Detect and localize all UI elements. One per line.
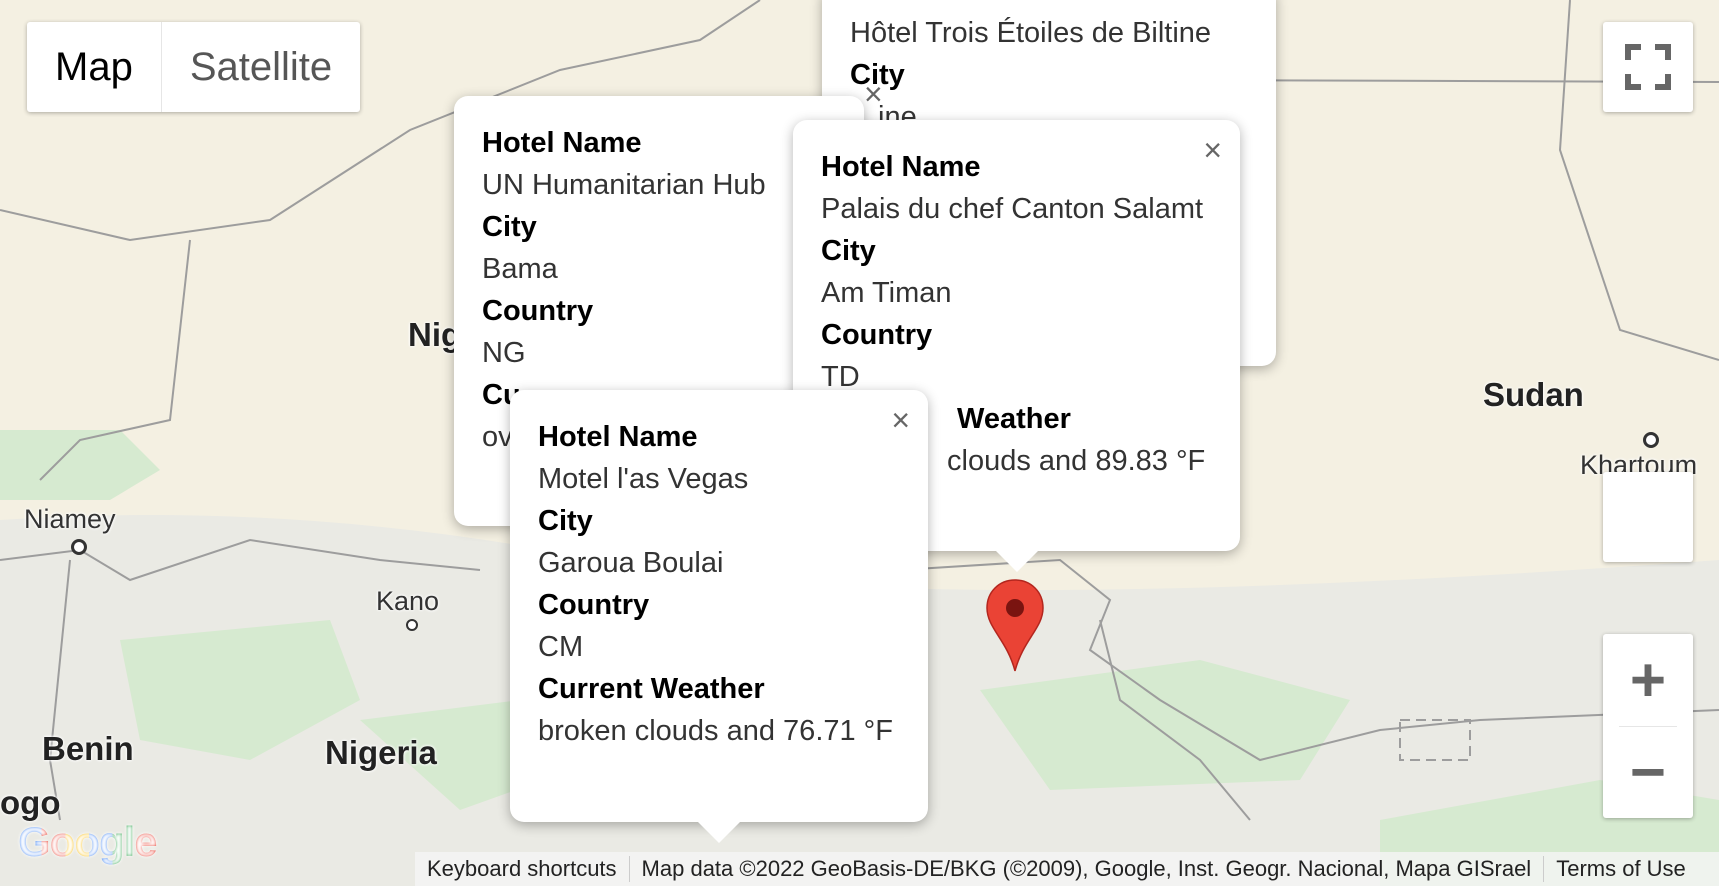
- info-window-tail: [697, 821, 741, 843]
- city-dot-kano: [406, 619, 418, 631]
- city-dot-niamey: [71, 539, 87, 555]
- google-logo[interactable]: Google: [18, 818, 158, 866]
- fullscreen-button[interactable]: [1603, 22, 1693, 112]
- city-label: City: [850, 59, 905, 91]
- country-label: Country: [538, 589, 650, 621]
- city-value: Am Timan: [821, 277, 952, 309]
- zoom-in-button[interactable]: +: [1603, 634, 1693, 726]
- close-icon[interactable]: ×: [864, 78, 883, 110]
- hotel-name-label: Hotel Name: [482, 127, 642, 159]
- city-label: City: [482, 211, 537, 243]
- zoom-control: + −: [1603, 634, 1693, 818]
- country-label: Country: [482, 295, 594, 327]
- map-footer: Keyboard shortcuts Map data ©2022 GeoBas…: [415, 852, 1719, 886]
- country-label-sudan: Sudan: [1483, 376, 1584, 413]
- country-value: CM: [538, 631, 584, 663]
- google-logo-text: Google: [18, 818, 158, 865]
- map-type-map-button[interactable]: Map: [27, 22, 162, 112]
- country-label-nigeria: Nigeria: [325, 734, 437, 771]
- weather-value: broken clouds and 76.71 °F: [538, 715, 893, 747]
- keyboard-shortcuts-link[interactable]: Keyboard shortcuts: [415, 856, 629, 882]
- weather-label: Current Weather: [538, 673, 765, 705]
- country-value: NG: [482, 337, 526, 369]
- info-window-garoua-boulai: × Hotel Name Motel l'as Vegas City Garou…: [510, 390, 928, 822]
- country-label: Country: [821, 319, 933, 351]
- map-marker-icon[interactable]: [985, 578, 1045, 673]
- city-label: City: [538, 505, 593, 537]
- close-icon[interactable]: ×: [891, 404, 910, 436]
- city-value: Garoua Boulai: [538, 547, 724, 579]
- hotel-name-label: Hotel Name: [821, 151, 981, 183]
- close-icon[interactable]: ×: [1203, 134, 1222, 166]
- hotel-name-value: UN Humanitarian Hub: [482, 169, 766, 201]
- hotel-name-value: Palais du chef Canton Salamt: [821, 193, 1204, 225]
- city-dot-khartoum: [1643, 432, 1659, 448]
- map-data-attribution: Map data ©2022 GeoBasis-DE/BKG (©2009), …: [628, 856, 1544, 882]
- city-label: City: [821, 235, 876, 267]
- country-label-benin: Benin: [42, 730, 134, 767]
- zoom-out-button[interactable]: −: [1603, 726, 1693, 818]
- info-window-tail: [995, 550, 1039, 572]
- city-value: Bama: [482, 253, 558, 285]
- city-label-niamey: Niamey: [24, 504, 116, 534]
- street-view-pegman-button[interactable]: [1603, 472, 1693, 562]
- map-type-satellite-button[interactable]: Satellite: [162, 22, 360, 112]
- hotel-name-value: Hôtel Trois Étoiles de Biltine: [850, 17, 1212, 49]
- city-label-kano: Kano: [376, 586, 440, 616]
- terms-of-use-link[interactable]: Terms of Use: [1543, 856, 1698, 882]
- hotel-name-label: Hotel Name: [538, 421, 698, 453]
- country-label-togo: ogo: [0, 784, 61, 821]
- map-type-control: Map Satellite: [27, 22, 361, 112]
- fullscreen-icon: [1625, 44, 1671, 90]
- hotel-name-value: Motel l'as Vegas: [538, 463, 749, 495]
